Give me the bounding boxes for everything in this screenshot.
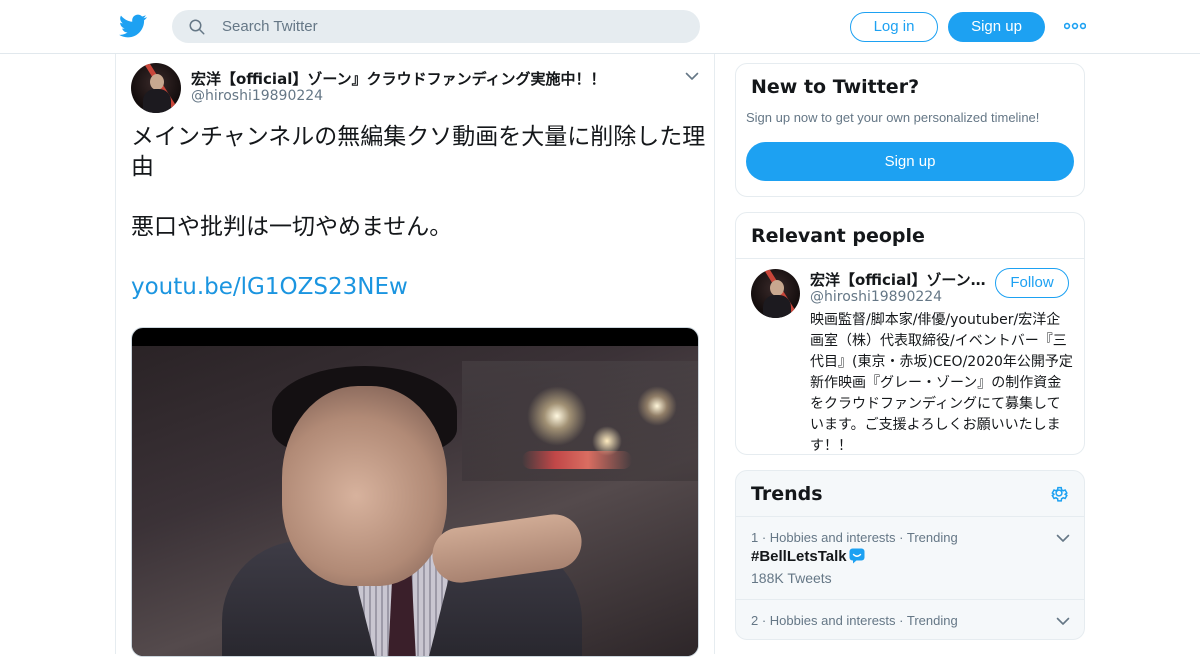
card-title: New to Twitter? (751, 76, 920, 98)
signup-button[interactable]: Sign up (746, 142, 1074, 181)
video-frame (132, 346, 698, 656)
avatar[interactable] (751, 269, 800, 318)
person-name[interactable]: 宏洋【official】ゾーン』クラウドファンディング実施中！！ (810, 269, 992, 290)
trend-meta: 2 · Hobbies and interests · Trending (751, 613, 958, 628)
trend-item[interactable]: 1 · Hobbies and interests · Trending #Be… (736, 517, 1084, 599)
chevron-down-icon[interactable] (1056, 617, 1070, 626)
speech-bubble-emoji-icon (849, 548, 865, 564)
divider (736, 258, 1084, 259)
trend-item[interactable]: 2 · Hobbies and interests · Trending (736, 600, 1084, 639)
trends-card: Trends 1 · Hobbies and interests · Trend… (735, 470, 1085, 640)
gear-icon[interactable] (1049, 483, 1069, 503)
person-handle[interactable]: @hiroshi19890224 (810, 289, 942, 305)
chevron-down-icon[interactable] (685, 72, 699, 81)
tweet-author-handle[interactable]: @hiroshi19890224 (191, 88, 323, 104)
search-icon (189, 19, 205, 35)
tweet-card: 宏洋【official】ゾーン』クラウドファンディング実施中！！ @hirosh… (115, 54, 715, 657)
tweet-text: メインチャンネルの無編集クソ動画を大量に削除した理由 悪口や批判は一切やめません… (131, 122, 706, 302)
relevant-people-card: Relevant people 宏洋【official】ゾーン』クラウドファンデ… (735, 212, 1085, 455)
tweet-author-name[interactable]: 宏洋【official】ゾーン』クラウドファンディング実施中！！ (191, 68, 606, 89)
avatar[interactable] (131, 63, 181, 113)
top-navigation-bar: Log in Sign up (0, 0, 1200, 54)
card-title: Trends (751, 483, 823, 505)
card-subtitle: Sign up now to get your own personalized… (746, 110, 1040, 125)
twitter-bird-icon[interactable] (118, 12, 148, 40)
chevron-down-icon[interactable] (1056, 534, 1070, 543)
tweet-text-line: メインチャンネルの無編集クソ動画を大量に削除した理由 (131, 124, 706, 180)
search-box[interactable] (172, 10, 700, 43)
trend-meta: 1 · Hobbies and interests · Trending (751, 530, 958, 545)
login-button[interactable]: Log in (850, 12, 938, 42)
search-input[interactable] (222, 10, 682, 43)
person-bio: 映画監督/脚本家/俳優/youtuber/宏洋企画室（株）代表取締役/イベントバ… (810, 312, 1073, 454)
new-to-twitter-card: New to Twitter? Sign up now to get your … (735, 63, 1085, 197)
tweet-media-video[interactable] (131, 327, 699, 657)
signup-button[interactable]: Sign up (948, 12, 1045, 42)
follow-button[interactable]: Follow (995, 268, 1069, 298)
more-dots-icon[interactable] (1064, 20, 1086, 32)
card-title: Relevant people (751, 225, 925, 247)
tweet-link[interactable]: youtu.be/lG1OZS23NEw (131, 274, 408, 300)
trend-hashtag[interactable]: #BellLetsTalk (751, 548, 865, 565)
trend-tweet-count: 188K Tweets (751, 570, 832, 586)
tweet-text-line: 悪口や批判は一切やめません。 (131, 214, 453, 240)
